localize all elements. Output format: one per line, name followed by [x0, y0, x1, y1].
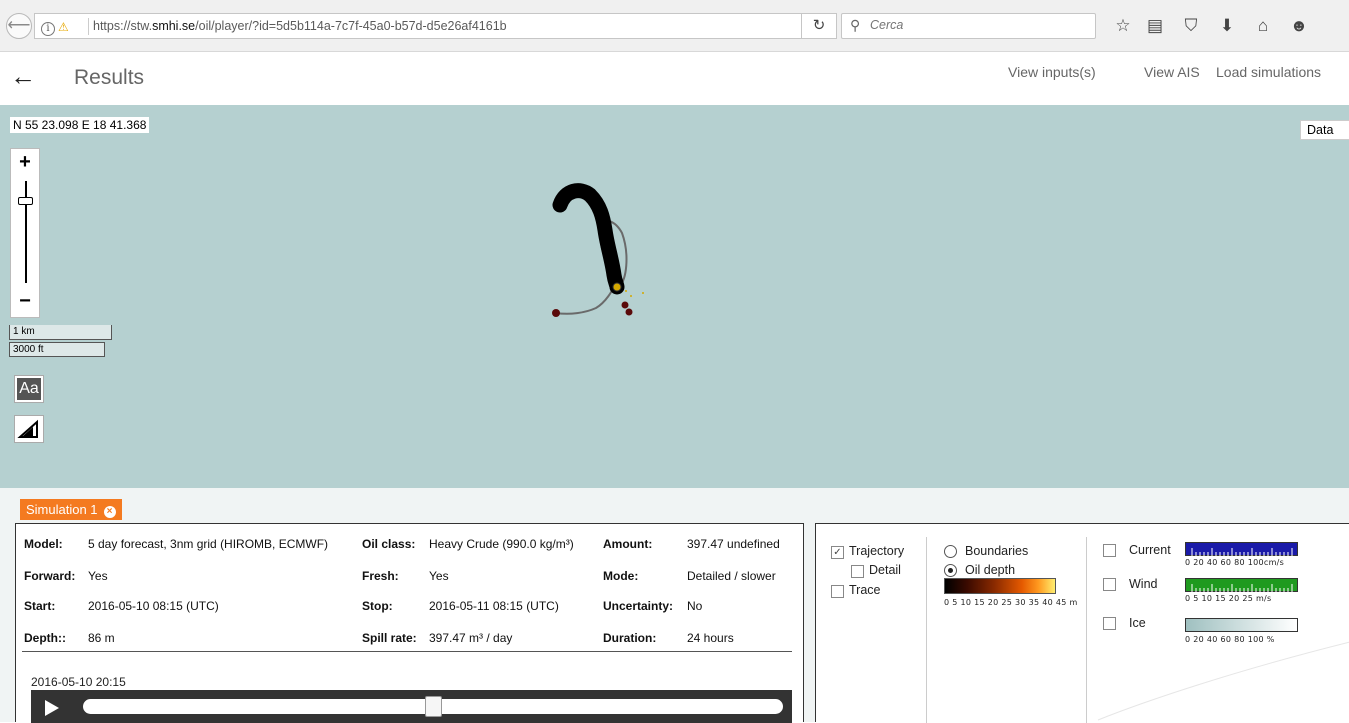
back-icon[interactable]: ⟵ — [6, 13, 32, 39]
search-icon: ⚲ — [850, 17, 861, 33]
stop-label: Stop: — [362, 599, 393, 613]
wind-scale: 0 5 10 15 20 25 m/s — [1185, 594, 1272, 603]
uncertainty-label: Uncertainty: — [603, 599, 674, 613]
current-checkbox[interactable] — [1103, 544, 1116, 557]
start-label: Start: — [24, 599, 56, 613]
uncertainty-value: No — [687, 599, 703, 613]
browser-toolbar: ⟵ i ⚠ https://stw.smhi.se/oil/player/?id=… — [0, 0, 1349, 52]
simulation-info: Model: 5 day forecast, 3nm grid (HIROMB,… — [15, 523, 804, 723]
forward-value: Yes — [88, 569, 108, 583]
faint-contour — [1097, 641, 1349, 721]
depth-label: Depth:: — [24, 631, 66, 645]
duration-label: Duration: — [603, 631, 657, 645]
current-legend-bar — [1185, 542, 1298, 556]
oil-depth-radio[interactable] — [944, 564, 957, 577]
url-bar[interactable]: i ⚠ https://stw.smhi.se/oil/player/?id=5d… — [34, 13, 834, 39]
pocket-icon[interactable]: ⛉ — [1178, 13, 1204, 39]
simulation-panel: Simulation 1 × Model: 5 day forecast, 3nm… — [0, 488, 1349, 723]
boundaries-label: Boundaries — [965, 544, 1029, 558]
timeline-slider[interactable] — [83, 696, 783, 717]
model-value: 5 day forecast, 3nm grid (HIROMB, ECMWF) — [88, 537, 329, 551]
fresh-label: Fresh: — [362, 569, 399, 583]
oil-trajectory-layer — [552, 183, 644, 317]
map-view[interactable]: N 55 23.098 E 18 41.368 + − 1 km 3000 ft… — [0, 105, 1349, 488]
url-path: /oil/player/?id=5d5b114a-7c7f-45a0-b57d-… — [195, 19, 507, 33]
play-button[interactable] — [45, 700, 59, 716]
oil-depth-gradient — [944, 578, 1056, 594]
tab-simulation-1[interactable]: Simulation 1 × — [20, 499, 122, 520]
app-header: ← Results View inputs(s) View AIS Load s… — [0, 52, 1349, 105]
layers-panel: ✓ Trajectory Detail Trace Boundaries Oil… — [815, 523, 1349, 723]
reading-list-icon[interactable]: ▤ — [1142, 13, 1168, 39]
separator — [1086, 537, 1087, 723]
reload-icon[interactable]: ↻ — [801, 13, 837, 39]
site-identity[interactable]: i ⚠ — [41, 19, 69, 36]
oil-depth-scale: 0 5 10 15 20 25 30 35 40 45 m — [944, 598, 1078, 607]
spill-rate-value: 397.47 m³ / day — [429, 631, 513, 645]
oil-class-label: Oil class: — [362, 537, 416, 551]
tab-label: Simulation 1 — [26, 502, 98, 517]
current-scale: 0 20 40 60 80 100cm/s — [1185, 558, 1285, 567]
back-arrow-icon[interactable]: ← — [10, 61, 36, 92]
smiley-icon[interactable]: ☻ — [1286, 13, 1312, 39]
duration-value: 24 hours — [687, 631, 734, 645]
close-icon[interactable]: × — [103, 506, 116, 518]
view-ais-link[interactable]: View AIS — [1144, 64, 1200, 80]
info-icon[interactable]: i — [41, 22, 55, 36]
trajectory-label: Trajectory — [849, 544, 905, 558]
model-label: Model: — [24, 537, 63, 551]
detail-checkbox[interactable] — [851, 565, 864, 578]
fresh-value: Yes — [429, 569, 449, 583]
current-label: Current — [1129, 543, 1171, 557]
star-icon[interactable]: ☆ — [1110, 13, 1136, 39]
home-icon[interactable]: ⌂ — [1250, 13, 1276, 39]
wind-checkbox[interactable] — [1103, 578, 1116, 591]
forward-label: Forward: — [24, 569, 76, 583]
page-title: Results — [74, 66, 145, 89]
oil-class-value: Heavy Crude (990.0 kg/m³) — [429, 537, 574, 551]
trace-checkbox[interactable] — [831, 585, 844, 598]
boundaries-radio[interactable] — [944, 545, 957, 558]
oil-depth-label: Oil depth — [965, 563, 1016, 577]
current-ticks — [1191, 548, 1293, 556]
download-icon[interactable]: ⬇ — [1214, 13, 1240, 39]
search-box[interactable]: ⚲ — [841, 13, 1096, 39]
url-domain: smhi.se — [152, 19, 196, 33]
stop-value: 2016-05-11 08:15 (UTC) — [429, 599, 559, 613]
warning-lock-icon[interactable]: ⚠ — [58, 20, 69, 34]
trace-label: Trace — [849, 583, 881, 597]
divider — [22, 651, 792, 652]
detail-label: Detail — [869, 563, 901, 577]
search-input[interactable] — [870, 18, 1090, 32]
current-time: 2016-05-10 20:15 — [31, 675, 126, 689]
spill-rate-label: Spill rate: — [362, 631, 417, 645]
amount-value: 397.47 undefined — [687, 537, 780, 551]
separator — [926, 537, 927, 723]
view-inputs-link[interactable]: View inputs(s) — [1008, 64, 1096, 80]
timeline-player — [31, 690, 792, 723]
mode-label: Mode: — [603, 569, 639, 583]
amount-label: Amount: — [603, 537, 653, 551]
trajectory-checkbox[interactable]: ✓ — [831, 546, 844, 559]
timeline-thumb[interactable] — [424, 696, 442, 717]
depth-value: 86 m — [88, 631, 115, 645]
wind-label: Wind — [1129, 577, 1158, 591]
url-separator — [88, 18, 89, 35]
mode-value: Detailed / slower — [687, 569, 776, 583]
wind-ticks — [1191, 584, 1293, 592]
url-text[interactable]: https://stw.smhi.se/oil/player/?id=5d5b1… — [93, 19, 507, 33]
wind-legend-bar — [1185, 578, 1298, 592]
load-simulations-link[interactable]: Load simulations — [1216, 64, 1321, 80]
start-value: 2016-05-10 08:15 (UTC) — [88, 599, 219, 613]
url-prefix: https://stw. — [93, 19, 153, 33]
